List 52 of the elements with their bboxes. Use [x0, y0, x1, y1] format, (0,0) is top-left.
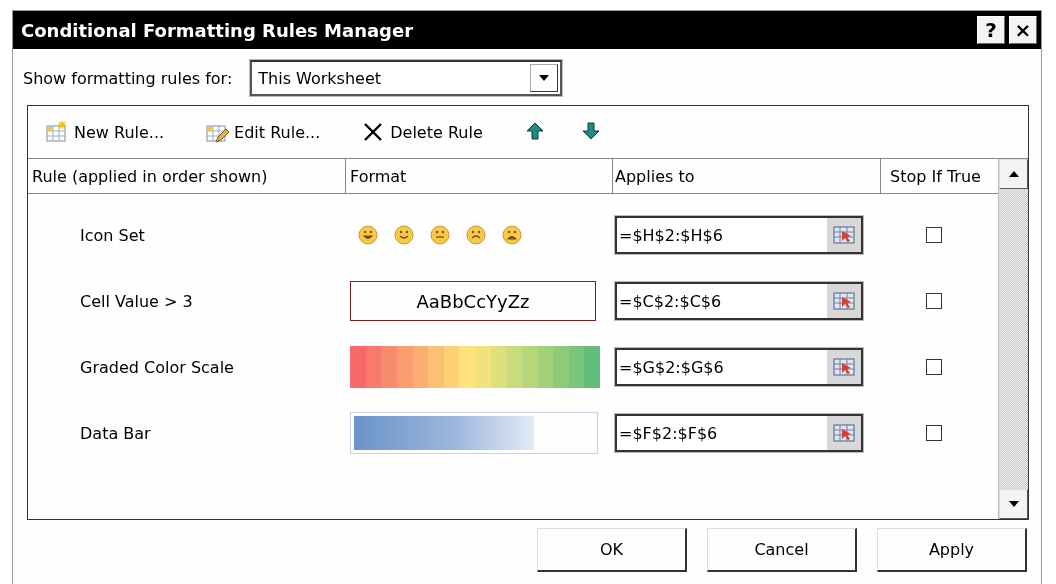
range-picker-icon: [833, 292, 855, 310]
caret-down-icon: [1008, 501, 1019, 507]
range-picker-icon: [833, 226, 855, 244]
scope-value: This Worksheet: [258, 68, 381, 88]
format-preview: AaBbCcYyZz: [350, 281, 596, 321]
range-value: =$F$2:$F$6: [618, 423, 718, 443]
edit-rule-button[interactable]: Edit Rule...: [202, 119, 325, 145]
caret-up-icon: [1008, 171, 1019, 177]
smiley-icon: [358, 225, 378, 245]
cancel-button[interactable]: Cancel: [707, 528, 857, 572]
range-value: =$H$2:$H$6: [618, 225, 723, 245]
up-arrow-icon: [524, 121, 545, 143]
rule-name[interactable]: Icon Set: [28, 202, 346, 268]
rule-name[interactable]: Data Bar: [28, 400, 346, 466]
stop-if-true-checkbox[interactable]: [925, 227, 942, 243]
column-header[interactable]: Rule (applied in order shown): [28, 159, 346, 193]
scroll-down-button[interactable]: [999, 489, 1028, 519]
range-field[interactable]: =$F$2:$F$6: [615, 414, 863, 452]
smiley-icon: [466, 225, 486, 245]
column-header[interactable]: Format: [346, 159, 613, 193]
rule-name[interactable]: Cell Value > 3: [28, 268, 346, 334]
scope-label: Show formatting rules for:: [23, 68, 233, 88]
range-picker-button[interactable]: [827, 218, 861, 252]
stop-if-true-checkbox[interactable]: [925, 425, 942, 441]
delete-rule-button[interactable]: Delete Rule: [358, 119, 487, 145]
rule-name[interactable]: Graded Color Scale: [28, 334, 346, 400]
range-field[interactable]: =$C$2:$C$6: [615, 282, 863, 320]
scroll-up-button[interactable]: [999, 159, 1028, 189]
apply-button[interactable]: Apply: [877, 528, 1027, 572]
new-rule-button[interactable]: New Rule...: [42, 119, 169, 145]
stop-if-true-checkbox[interactable]: [925, 359, 942, 375]
column-header[interactable]: Stop If True: [881, 159, 998, 193]
smiley-icon: [502, 225, 522, 245]
stop-if-true-checkbox[interactable]: [925, 293, 942, 309]
range-value: =$C$2:$C$6: [618, 291, 722, 311]
range-picker-icon: [833, 358, 855, 376]
range-picker-button[interactable]: [827, 284, 861, 318]
range-picker-icon: [833, 424, 855, 442]
column-header[interactable]: Applies to: [613, 159, 881, 193]
close-button[interactable]: ×: [1009, 16, 1037, 44]
help-button[interactable]: ?: [977, 16, 1005, 44]
scope-dropdown[interactable]: This Worksheet: [250, 60, 563, 96]
range-field[interactable]: =$H$2:$H$6: [615, 216, 863, 254]
smiley-icon: [430, 225, 450, 245]
smiley-icon: [394, 225, 414, 245]
ok-button[interactable]: OK: [537, 528, 687, 572]
range-picker-button[interactable]: [827, 350, 861, 384]
range-picker-button[interactable]: [827, 416, 861, 450]
range-value: =$G$2:$G$6: [618, 357, 724, 377]
range-field[interactable]: =$G$2:$G$6: [615, 348, 863, 386]
window-title: Conditional Formatting Rules Manager: [21, 19, 415, 41]
scrollbar[interactable]: [998, 159, 1028, 519]
